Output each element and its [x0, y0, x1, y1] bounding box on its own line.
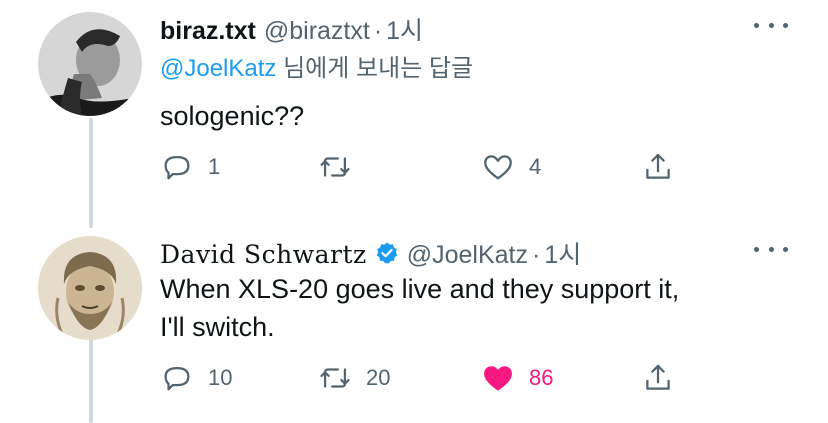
reply-button[interactable]: 10 [160, 361, 232, 395]
retweet-button[interactable]: 20 [318, 361, 390, 395]
reply-context: @JoelKatz 님에게 보내는 답글 [160, 48, 473, 83]
more-dots-icon[interactable] [754, 20, 788, 30]
tweet-text-line: When XLS-20 goes live and they support i… [160, 274, 680, 304]
like-count: 4 [529, 154, 542, 179]
tweet-header: David Schwartz @JoelKatz · 1시 [160, 235, 581, 271]
avatar[interactable] [38, 236, 142, 340]
tweet-text-line: I'll switch. [160, 312, 275, 342]
display-name[interactable]: biraz.txt [160, 17, 256, 46]
share-button[interactable] [641, 150, 675, 184]
heart-icon [484, 155, 512, 180]
tweet-text: When XLS-20 goes live and they support i… [160, 270, 679, 346]
retweet-count: 20 [366, 365, 391, 390]
reply-count: 1 [208, 154, 221, 179]
tweet-text: sologenic?? [160, 101, 305, 131]
reply-bubble-icon [164, 366, 190, 391]
share-upload-icon [646, 364, 670, 390]
more-dots-icon[interactable] [754, 244, 788, 254]
like-count: 86 [529, 365, 554, 390]
display-name[interactable]: David Schwartz [160, 240, 367, 269]
like-button[interactable]: 4 [481, 150, 541, 184]
tweet-header: biraz.txt @biraztxt · 1시 [160, 11, 423, 47]
heart-icon [484, 366, 512, 391]
retweet-icon [320, 157, 350, 177]
reply-mention-link[interactable]: @JoelKatz [160, 55, 276, 82]
timestamp[interactable]: 1시 [544, 235, 581, 271]
reply-context-label: 님에게 보내는 답글 [276, 55, 474, 82]
verified-badge-icon [376, 242, 397, 264]
separator-dot: · [373, 17, 383, 45]
retweet-button[interactable] [318, 150, 366, 184]
user-handle[interactable]: @JoelKatz [407, 241, 528, 270]
like-button[interactable]: 86 [481, 361, 553, 395]
reply-count: 10 [208, 365, 233, 390]
share-button[interactable] [641, 361, 675, 395]
reply-bubble-icon [164, 155, 190, 180]
share-upload-icon [646, 153, 670, 179]
timestamp[interactable]: 1시 [386, 11, 423, 47]
user-handle[interactable]: @biraztxt [264, 17, 370, 46]
avatar[interactable] [38, 12, 142, 116]
thread-line-top [89, 118, 93, 228]
reply-button[interactable]: 1 [160, 150, 220, 184]
separator-dot: · [532, 241, 541, 269]
retweet-icon [320, 368, 350, 388]
